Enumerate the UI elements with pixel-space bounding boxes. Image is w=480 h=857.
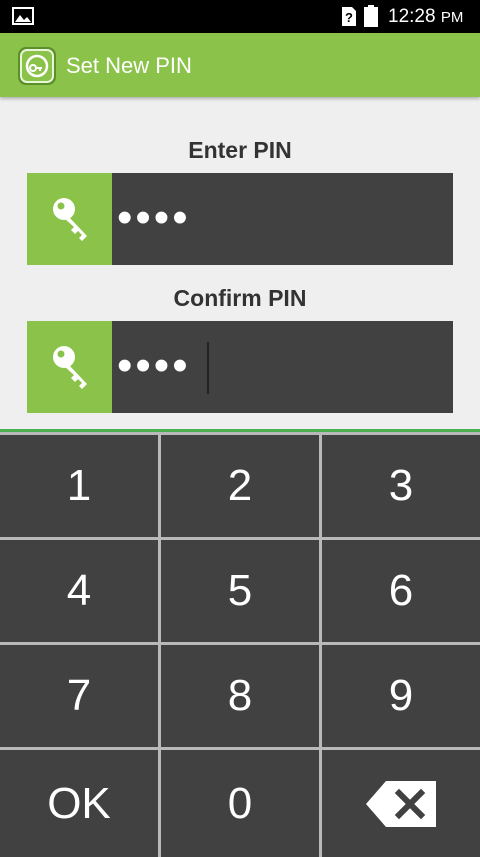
enter-pin-key-box xyxy=(27,173,112,265)
svg-text:?: ? xyxy=(345,10,353,25)
status-clock: 12:28 xyxy=(388,6,436,27)
image-icon xyxy=(12,7,34,25)
backspace-icon xyxy=(366,780,436,827)
numeric-keypad: 1 2 3 4 5 6 7 8 9 OK 0 xyxy=(0,429,480,857)
key-0[interactable]: 0 xyxy=(161,750,319,857)
key-1[interactable]: 1 xyxy=(0,435,158,537)
enter-pin-field[interactable]: •••• xyxy=(27,173,453,265)
key-4[interactable]: 4 xyxy=(0,540,158,642)
key-7[interactable]: 7 xyxy=(0,645,158,747)
key-2[interactable]: 2 xyxy=(161,435,319,537)
sim-unknown-icon: ? xyxy=(342,7,356,26)
status-ampm: PM xyxy=(440,9,464,26)
app-bar: Set New PIN xyxy=(0,33,480,97)
backspace-button[interactable] xyxy=(322,750,480,857)
key-9[interactable]: 9 xyxy=(322,645,480,747)
confirm-pin-field[interactable]: •••• xyxy=(27,321,453,413)
status-time: 12:28 PM xyxy=(388,6,463,28)
key-6[interactable]: 6 xyxy=(322,540,480,642)
status-bar: ? 12:28 PM xyxy=(0,0,480,33)
key-3[interactable]: 3 xyxy=(322,435,480,537)
page-title: Set New PIN xyxy=(66,53,192,78)
key-icon xyxy=(53,198,87,241)
battery-icon xyxy=(364,5,378,27)
confirm-pin-value: •••• xyxy=(117,341,191,390)
key-5[interactable]: 5 xyxy=(161,540,319,642)
text-cursor xyxy=(207,342,209,394)
ok-button[interactable]: OK xyxy=(0,750,158,857)
lock-app-logo-icon xyxy=(18,47,56,85)
key-8[interactable]: 8 xyxy=(161,645,319,747)
confirm-pin-key-box xyxy=(27,321,112,413)
enter-pin-value: •••• xyxy=(117,193,191,242)
enter-pin-label: Enter PIN xyxy=(188,137,292,163)
confirm-pin-label: Confirm PIN xyxy=(173,285,307,311)
key-icon xyxy=(53,346,87,389)
